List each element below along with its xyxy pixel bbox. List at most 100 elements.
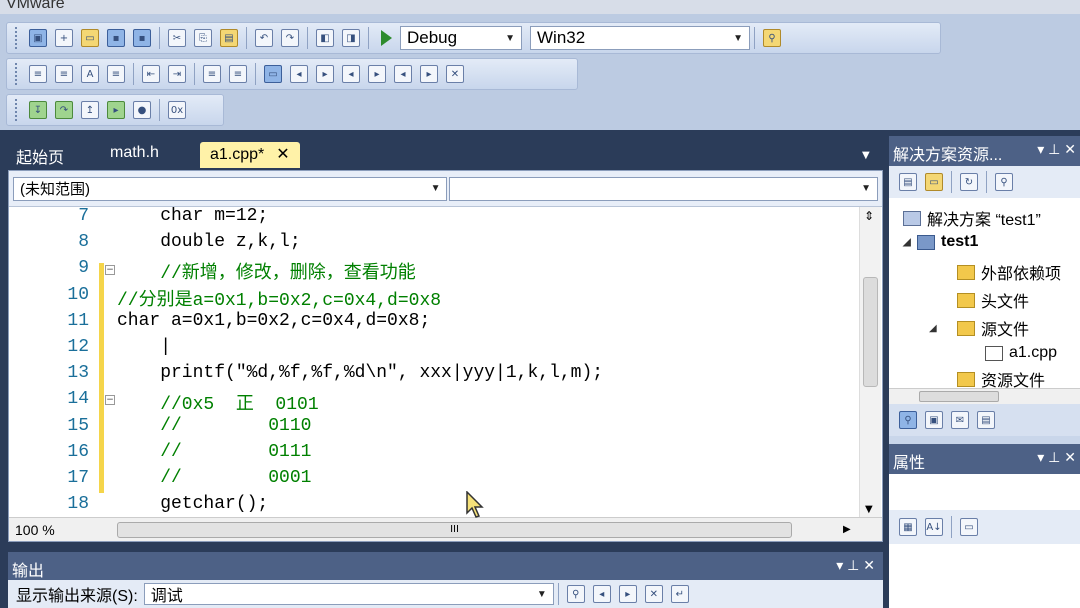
vertical-scrollbar[interactable]: ⇕ ▼ [859,207,881,517]
code-text[interactable]: //新增，修改，删除，查看功能 [117,258,416,284]
increase-indent-icon[interactable]: ⇥ [168,65,186,83]
next-bookmark-document-icon[interactable]: ▸ [420,65,438,83]
team-explorer-tab-icon[interactable]: ▤ [977,411,995,429]
step-into-icon[interactable]: ↧ [29,101,47,119]
comment-lines-icon[interactable]: ≡ [203,65,221,83]
word-wrap-icon[interactable]: ↵ [670,585,689,603]
decrease-indent-icon[interactable]: ⇤ [142,65,160,83]
code-text[interactable]: // 0111 [117,442,311,462]
code-text[interactable]: char a=0x1,b=0x2,c=0x4,d=0x8; [117,311,430,331]
code-line[interactable]: 13 printf("%d,%f,%f,%d\n", xxx|yyy|1,k,l… [9,363,859,389]
code-line[interactable]: 7 char m=12; [9,207,859,232]
code-text[interactable]: //0x5 正 0101 [117,389,318,415]
refresh-icon[interactable]: ↻ [960,173,978,191]
code-line[interactable]: 12 | [9,337,859,363]
property-manager-tab-icon[interactable]: ✉ [951,411,969,429]
code-text[interactable]: // 0110 [117,416,311,436]
close-icon[interactable]: ✕ [276,146,289,163]
find-message-icon[interactable]: ⚲ [566,585,585,603]
toolbar-grip[interactable] [15,99,19,121]
previous-message-icon[interactable]: ◂ [592,585,611,603]
tree-item-resource-files[interactable]: 资源文件 [957,370,1045,388]
previous-bookmark-folder-icon[interactable]: ◂ [342,65,360,83]
clear-all-icon[interactable]: ✕ [644,585,663,603]
next-bookmark-folder-icon[interactable]: ▸ [368,65,386,83]
run-to-cursor-icon[interactable]: ▸ [107,101,125,119]
code-line[interactable]: 8 double z,k,l; [9,232,859,258]
clear-bookmarks-icon[interactable]: ✕ [446,65,464,83]
code-line[interactable]: 9 //新增，修改，删除，查看功能 [9,258,859,284]
zoom-level[interactable]: 100 % [9,522,99,538]
solution-config-dropdown[interactable]: Debug ▼ [400,26,522,50]
code-text[interactable]: printf("%d,%f,%f,%d\n", xxx|yyy|1,k,l,m)… [117,363,603,383]
show-all-files-icon[interactable]: ▭ [925,173,943,191]
redo-icon[interactable]: ↷ [281,29,299,47]
scroll-right-arrow-icon[interactable]: ▶ [843,524,851,535]
panel-controls[interactable]: ▾ ⊥ ✕ [1037,141,1076,158]
cut-icon[interactable]: ✂ [168,29,186,47]
code-area[interactable]: − − 7 char m=12; 8 double z,k,l; 9 //新增，修改… [9,207,859,517]
tree-item-source-files[interactable]: ◢ 源文件 [929,316,1029,340]
expand-icon[interactable]: ◢ [929,323,943,334]
scroll-down-arrow-icon[interactable]: ▼ [865,504,873,515]
parameter-info-icon[interactable]: ≡ [55,65,73,83]
next-message-icon[interactable]: ▸ [618,585,637,603]
toolbar-grip[interactable] [15,27,19,49]
open-file-icon[interactable]: ▭ [81,29,99,47]
tree-item-solution[interactable]: 解决方案 “test1” [903,206,1041,230]
scrollbar-thumb[interactable] [919,391,999,402]
quick-info-icon[interactable]: ≡ [29,65,47,83]
solution-explorer-tab-icon[interactable]: ⚲ [899,411,917,429]
code-line[interactable]: 15 // 0110 [9,416,859,442]
code-text[interactable]: //分别是a=0x1,b=0x2,c=0x4,d=0x8 [117,285,441,311]
save-icon[interactable]: ▪ [107,29,125,47]
code-text[interactable]: double z,k,l; [117,232,300,252]
save-all-icon[interactable]: ▪ [133,29,151,47]
tab-math-h[interactable]: math.h [100,142,169,168]
scope-dropdown[interactable]: (未知范围) ▼ [13,176,448,201]
output-source-dropdown[interactable]: 调试 ▼ [143,583,554,605]
code-line[interactable]: 11 char a=0x1,b=0x2,c=0x4,d=0x8; [9,311,859,337]
paste-icon[interactable]: ▤ [220,29,238,47]
tree-item-header-files[interactable]: 头文件 [957,288,1029,312]
breakpoint-icon[interactable]: ● [133,101,151,119]
tree-horizontal-scrollbar[interactable] [889,388,1080,404]
property-pages-icon[interactable]: ▭ [960,518,978,536]
panel-controls[interactable]: ▾ ⊥ ✕ [836,557,875,574]
find-in-files-icon[interactable]: ⚲ [763,29,781,47]
hex-display-icon[interactable]: 0x [168,101,186,119]
expand-icon[interactable]: ◢ [903,237,917,248]
previous-bookmark-document-icon[interactable]: ◂ [394,65,412,83]
tree-item-project[interactable]: ◢ test1 [903,233,978,251]
toolbar-grip[interactable] [15,63,19,85]
previous-bookmark-icon[interactable]: ◂ [290,65,308,83]
new-project-icon[interactable]: ▣ [29,29,47,47]
code-line[interactable]: 14 //0x5 正 0101 [9,389,859,415]
navigate-forward-icon[interactable]: ◨ [342,29,360,47]
code-text[interactable]: | [117,337,171,357]
code-line[interactable]: 16 // 0111 [9,442,859,468]
copy-icon[interactable]: ⎘ [194,29,212,47]
tab-list-dropdown-icon[interactable]: ▼ [862,150,870,161]
add-item-icon[interactable]: + [55,29,73,47]
complete-word-icon[interactable]: A [81,65,99,83]
navigate-backward-icon[interactable]: ◧ [316,29,334,47]
code-line[interactable]: 10 //分别是a=0x1,b=0x2,c=0x4,d=0x8 [9,285,859,311]
code-text[interactable]: // 0001 [117,468,311,488]
panel-controls[interactable]: ▾ ⊥ ✕ [1037,449,1076,466]
step-over-icon[interactable]: ↷ [55,101,73,119]
uncomment-lines-icon[interactable]: ≡ [229,65,247,83]
tree-item-a1-cpp[interactable]: a1.cpp [985,344,1057,362]
tab-start-page[interactable]: 起始页 [6,142,74,168]
undo-icon[interactable]: ↶ [255,29,273,47]
tab-a1-cpp[interactable]: a1.cpp* ✕ [200,142,300,168]
split-handle-icon[interactable]: ⇕ [864,209,874,223]
start-debugging-icon[interactable] [381,30,392,46]
code-text[interactable]: getchar(); [117,494,268,514]
tree-item-external-deps[interactable]: 外部依赖项 [957,260,1061,284]
class-view-icon[interactable]: ⚲ [995,173,1013,191]
list-members-icon[interactable]: ≡ [107,65,125,83]
code-line[interactable]: 17 // 0001 [9,468,859,494]
scrollbar-thumb[interactable] [863,277,878,387]
code-line[interactable]: 18 getchar(); [9,494,859,517]
